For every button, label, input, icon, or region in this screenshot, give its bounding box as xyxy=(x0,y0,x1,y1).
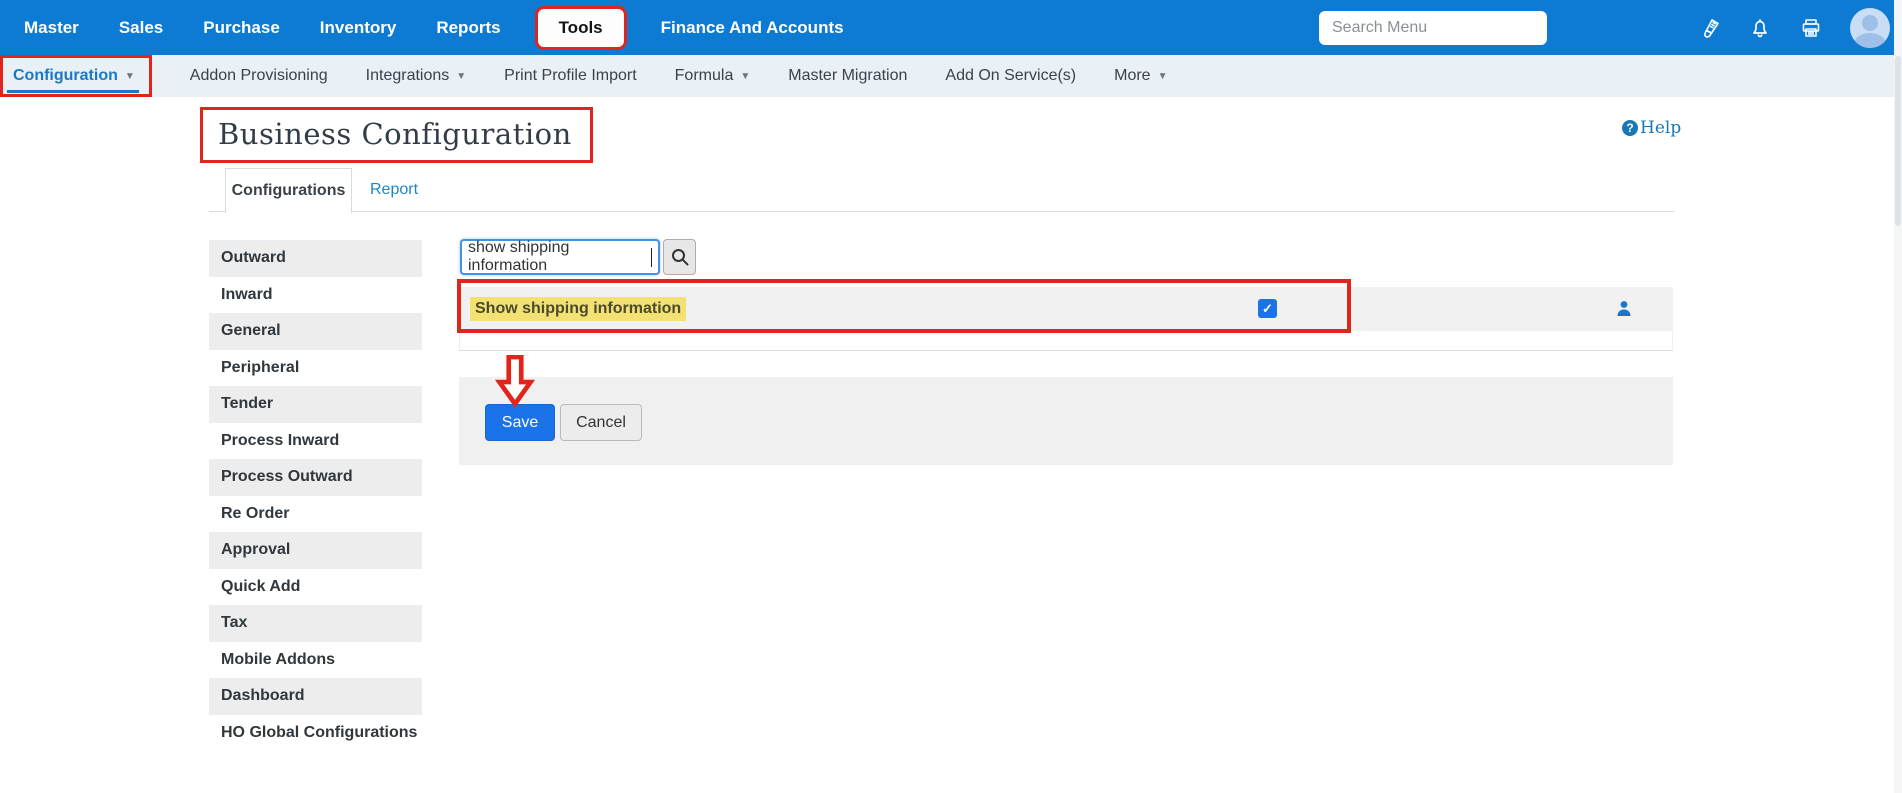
sidebar-item-re-order[interactable]: Re Order xyxy=(209,496,422,533)
menu-item-inventory[interactable]: Inventory xyxy=(320,18,397,38)
sidebar-item-mobile-addons[interactable]: Mobile Addons xyxy=(209,642,422,679)
content-area: Business Configuration ? Help Configurat… xyxy=(0,97,1902,793)
subnav-item-master-migration[interactable]: Master Migration xyxy=(788,67,907,85)
help-question-icon: ? xyxy=(1622,120,1638,136)
subnav-item-label: Formula xyxy=(674,67,734,84)
chevron-down-icon: ▼ xyxy=(740,71,751,82)
sidebar-item-ho-global-configurations[interactable]: HO Global Configurations xyxy=(209,715,422,752)
search-menu-input[interactable] xyxy=(1319,10,1547,45)
tab-configurations[interactable]: Configurations xyxy=(225,168,352,213)
search-menu-container xyxy=(1319,10,1547,45)
help-label: Help xyxy=(1640,118,1682,138)
menu-item-master[interactable]: Master xyxy=(24,18,79,38)
configuration-highlight-box: Configuration ▼ xyxy=(0,55,152,97)
sidebar-item-approval[interactable]: Approval xyxy=(209,532,422,569)
config-row-show-shipping-information[interactable]: Show shipping information ✓ xyxy=(459,287,1673,331)
printer-icon[interactable] xyxy=(1799,16,1823,40)
search-button[interactable] xyxy=(663,239,696,275)
tab-label: Report xyxy=(370,181,419,198)
sidebar-item-outward[interactable]: Outward xyxy=(209,240,422,277)
subnav-item-label: Integrations xyxy=(365,67,450,84)
subnav-item-label: Addon Provisioning xyxy=(189,67,328,84)
sidebar-item-process-inward[interactable]: Process Inward xyxy=(209,423,422,460)
empty-table-row xyxy=(459,331,1673,351)
subnav-item-label: Add On Service(s) xyxy=(945,67,1077,84)
sidebar-item-quick-add[interactable]: Quick Add xyxy=(209,569,422,606)
notifications-bell-icon[interactable] xyxy=(1748,16,1772,40)
subnav-item-label: Master Migration xyxy=(788,67,908,84)
chevron-down-icon: ▼ xyxy=(456,71,467,82)
paintbrush-icon[interactable] xyxy=(1697,16,1721,40)
subnav-item-label: More xyxy=(1114,67,1151,84)
subnav-item-label: Configuration xyxy=(13,67,118,84)
configuration-search-input[interactable]: show shipping information xyxy=(460,239,660,275)
subnav-item-label: Print Profile Import xyxy=(504,67,637,84)
top-navbar: Master Sales Purchase Inventory Reports … xyxy=(0,0,1902,55)
subnav-item-add-on-services[interactable]: Add On Service(s) xyxy=(945,67,1076,85)
menu-item-tools[interactable]: Tools xyxy=(534,5,627,50)
subnav-item-formula[interactable]: Formula ▼ xyxy=(675,67,751,85)
shipping-info-checkbox[interactable]: ✓ xyxy=(1258,299,1277,318)
subnav-item-addon-provisioning[interactable]: Addon Provisioning xyxy=(190,67,328,85)
tab-report[interactable]: Report xyxy=(370,168,418,212)
text-cursor xyxy=(651,247,652,267)
subnav-item-more[interactable]: More ▼ xyxy=(1114,67,1167,85)
search-input-value: show shipping information xyxy=(468,239,570,274)
tools-sub-navbar: Configuration ▼ Addon Provisioning Integ… xyxy=(0,55,1902,97)
avatar-head xyxy=(1862,14,1878,31)
menu-item-reports[interactable]: Reports xyxy=(436,18,500,38)
sidebar-item-general[interactable]: General xyxy=(209,313,422,350)
sidebar-item-peripheral[interactable]: Peripheral xyxy=(209,350,422,387)
main-menu: Master Sales Purchase Inventory Reports … xyxy=(24,5,844,50)
sidebar-item-dashboard[interactable]: Dashboard xyxy=(209,678,422,715)
topbar-icons xyxy=(1697,7,1890,48)
page-scrollbar[interactable] xyxy=(1894,0,1902,793)
menu-item-sales[interactable]: Sales xyxy=(119,18,163,38)
configuration-results-table: Show shipping information ✓ xyxy=(459,287,1673,351)
chevron-down-icon: ▼ xyxy=(1157,71,1168,82)
subnav-item-print-profile-import[interactable]: Print Profile Import xyxy=(504,67,636,85)
configuration-search: show shipping information xyxy=(460,239,696,275)
tab-divider-line xyxy=(209,211,1674,212)
config-label-highlighted: Show shipping information xyxy=(470,297,687,321)
menu-item-finance-and-accounts[interactable]: Finance And Accounts xyxy=(661,18,844,38)
sidebar-item-tender[interactable]: Tender xyxy=(209,386,422,423)
configuration-category-list: Outward Inward General Peripheral Tender… xyxy=(209,240,422,751)
check-icon: ✓ xyxy=(1262,300,1273,316)
tab-label: Configurations xyxy=(231,182,346,199)
sidebar-item-process-outward[interactable]: Process Outward xyxy=(209,459,422,496)
avatar-body xyxy=(1854,32,1886,48)
chevron-down-icon: ▼ xyxy=(124,71,135,82)
sidebar-item-inward[interactable]: Inward xyxy=(209,277,422,314)
search-icon xyxy=(671,249,688,266)
sidebar-item-tax[interactable]: Tax xyxy=(209,605,422,642)
page-title: Business Configuration xyxy=(218,117,572,151)
save-button[interactable]: Save xyxy=(485,404,555,441)
help-link[interactable]: ? Help xyxy=(1622,118,1681,138)
subnav-item-integrations[interactable]: Integrations ▼ xyxy=(366,67,467,85)
subnav-item-configuration[interactable]: Configuration ▼ xyxy=(13,67,135,85)
user-avatar[interactable] xyxy=(1850,7,1890,48)
menu-item-purchase[interactable]: Purchase xyxy=(203,18,280,38)
action-button-panel: Save Cancel xyxy=(459,377,1673,465)
page-title-highlight-box: Business Configuration xyxy=(200,107,593,163)
app-window: Master Sales Purchase Inventory Reports … xyxy=(0,0,1902,793)
cancel-button[interactable]: Cancel xyxy=(560,404,642,441)
scrollbar-thumb[interactable] xyxy=(1895,56,1901,226)
user-permission-icon[interactable] xyxy=(1614,299,1634,324)
